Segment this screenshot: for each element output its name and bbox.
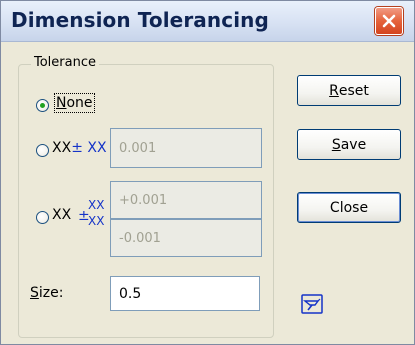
reset-label-rest: eset — [338, 82, 369, 99]
upper-deviation-value: +0.001 — [119, 192, 168, 208]
size-label: Size: — [30, 285, 63, 301]
symmetric-tolerance-value: 0.001 — [119, 140, 157, 156]
tolerance-group-label: Tolerance — [31, 55, 99, 70]
mnemonic-save-s: S — [331, 136, 341, 153]
deviation-stack-top: XX — [88, 198, 105, 212]
symmetric-label[interactable]: XX± XX — [52, 140, 107, 156]
radio-deviation[interactable] — [36, 211, 49, 224]
radio-none-label[interactable]: None — [54, 93, 95, 113]
size-label-rest: ize: — [38, 285, 64, 301]
upper-deviation-input[interactable]: +0.001 — [110, 181, 262, 219]
plus-minus-symbol: ± — [71, 140, 83, 156]
mnemonic-n: N — [56, 95, 67, 111]
deviation-prefix: XX — [52, 207, 72, 223]
lower-deviation-input[interactable]: -0.001 — [110, 219, 262, 257]
help-button[interactable] — [300, 292, 324, 316]
lower-deviation-value: -0.001 — [119, 230, 161, 246]
radio-none[interactable] — [36, 99, 49, 112]
reset-button[interactable]: Reset — [297, 75, 401, 106]
save-label-rest: ave — [340, 136, 367, 153]
deviation-stack-bottom: XX — [88, 214, 105, 228]
symmetric-suffix: XX — [87, 140, 107, 156]
deviation-label[interactable]: XX — [52, 207, 71, 223]
save-button[interactable]: Save — [297, 129, 401, 160]
title-bar[interactable]: Dimension Tolerancing — [1, 1, 414, 42]
symmetric-prefix: XX — [52, 140, 72, 156]
mnemonic-s: S — [30, 285, 39, 301]
radio-selected-dot — [40, 103, 45, 108]
symmetric-tolerance-input[interactable]: 0.001 — [110, 128, 262, 168]
window-title: Dimension Tolerancing — [11, 8, 269, 32]
dialog-window: Dimension Tolerancing Tolerance None XX±… — [0, 0, 415, 345]
size-input[interactable]: 0.5 — [110, 276, 260, 311]
window-close-button[interactable] — [375, 7, 403, 35]
radio-symmetric[interactable] — [36, 144, 49, 157]
mnemonic-r: R — [329, 82, 339, 99]
size-value: 0.5 — [119, 285, 142, 302]
close-x-icon — [382, 14, 396, 28]
close-button-label: Close — [329, 199, 369, 216]
none-label-rest: one — [66, 95, 93, 111]
pin-icon — [301, 294, 323, 314]
close-button[interactable]: Close — [297, 192, 401, 223]
